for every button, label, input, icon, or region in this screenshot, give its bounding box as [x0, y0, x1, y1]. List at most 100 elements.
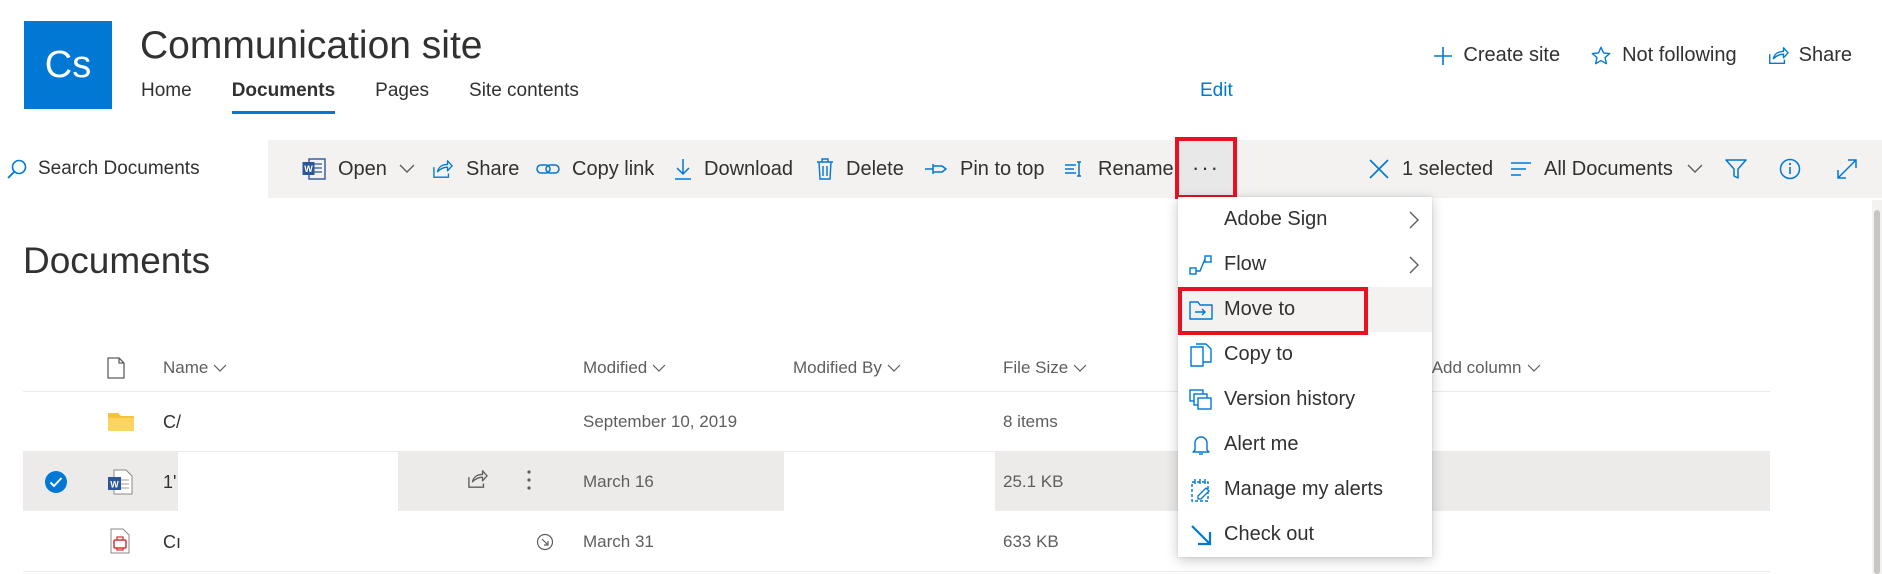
- column-modified-by-label: Modified By: [793, 358, 882, 377]
- download-label: Download: [704, 157, 793, 180]
- pin-to-top-button[interactable]: Pin to top: [924, 140, 1045, 198]
- flow-icon: [1178, 254, 1224, 275]
- row-name[interactable]: 1': [163, 472, 176, 493]
- menu-item-label: Manage my alerts: [1224, 478, 1383, 500]
- chevron-down-icon: [652, 364, 666, 372]
- open-label: Open: [338, 157, 387, 180]
- nav-home[interactable]: Home: [141, 80, 192, 114]
- create-site-label: Create site: [1463, 44, 1561, 66]
- plus-icon: [1434, 46, 1453, 65]
- word-app-icon: W: [302, 158, 326, 180]
- word-file-icon: W: [107, 469, 133, 495]
- folder-icon: [107, 410, 135, 432]
- row-file-size: 633 KB: [1003, 532, 1059, 551]
- open-button[interactable]: W Open: [302, 140, 415, 198]
- rename-icon: [1065, 161, 1081, 177]
- search-icon: [7, 159, 27, 179]
- file-type-header[interactable]: [107, 357, 125, 379]
- nav-documents[interactable]: Documents: [231, 80, 336, 114]
- search-documents-input[interactable]: Search Documents: [0, 140, 268, 198]
- table-row[interactable]: [23, 512, 1770, 571]
- row-name[interactable]: C/: [163, 412, 181, 433]
- header-actions: Create site Not following Share: [1403, 44, 1852, 67]
- svg-text:W: W: [304, 164, 313, 174]
- menu-item-adobe-sign[interactable]: Adobe Sign: [1178, 197, 1432, 242]
- view-label: All Documents: [1544, 157, 1673, 180]
- row-file-size: 25.1 KB: [1003, 472, 1064, 491]
- close-icon: [1369, 159, 1389, 179]
- site-logo[interactable]: Cs: [24, 21, 112, 109]
- menu-item-label: Copy to: [1224, 343, 1293, 365]
- column-file-size-label: File Size: [1003, 358, 1069, 377]
- row-more-button[interactable]: [526, 469, 532, 491]
- row-name[interactable]: Cı: [163, 532, 181, 553]
- chevron-down-icon: [1527, 364, 1540, 372]
- copy-link-button[interactable]: Copy link: [536, 140, 654, 198]
- chevron-right-icon: [1396, 211, 1432, 229]
- rename-label: Rename: [1098, 157, 1174, 180]
- menu-item-alert-me[interactable]: Alert me: [1178, 422, 1432, 467]
- site-share-button[interactable]: Share: [1767, 44, 1852, 67]
- view-selector[interactable]: All Documents: [1510, 140, 1703, 198]
- share-label: Share: [466, 157, 520, 180]
- rename-button[interactable]: Rename: [1064, 140, 1174, 198]
- scrollbar-thumb[interactable]: [1874, 210, 1880, 574]
- column-file-size[interactable]: File Size: [1003, 358, 1087, 378]
- expand-icon: [1837, 159, 1857, 179]
- manage-alerts-icon: [1178, 478, 1224, 502]
- svg-text:W: W: [110, 480, 119, 490]
- pin-to-top-label: Pin to top: [960, 157, 1045, 180]
- menu-item-check-out[interactable]: Check out: [1178, 512, 1432, 557]
- pdf-file-icon: [108, 528, 132, 554]
- row-share-button[interactable]: [467, 469, 489, 489]
- menu-item-flow[interactable]: Flow: [1178, 242, 1432, 287]
- chevron-down-icon: [213, 364, 227, 372]
- expand-button[interactable]: [1836, 140, 1870, 198]
- clear-selection-button[interactable]: 1 selected: [1368, 140, 1493, 198]
- info-icon: [1779, 158, 1801, 180]
- row-cell-gap: [784, 452, 995, 512]
- edit-nav-link[interactable]: Edit: [1200, 80, 1233, 102]
- follow-button[interactable]: Not following: [1590, 44, 1737, 67]
- chevron-down-icon: [887, 364, 901, 372]
- info-button[interactable]: [1779, 140, 1813, 198]
- library-heading: Documents: [23, 240, 211, 281]
- link-icon: [536, 164, 560, 174]
- site-title[interactable]: Communication site: [140, 24, 482, 68]
- checkmark-icon: [45, 471, 67, 493]
- table-row[interactable]: [23, 392, 1770, 451]
- download-button[interactable]: Download: [674, 140, 793, 198]
- menu-item-version-history[interactable]: Version history: [1178, 377, 1432, 422]
- more-actions-button[interactable]: ···: [1175, 137, 1237, 199]
- nav-pages[interactable]: Pages: [375, 80, 429, 114]
- menu-item-label: Flow: [1224, 253, 1267, 275]
- share-icon: [433, 160, 453, 178]
- menu-item-copy-to[interactable]: Copy to: [1178, 332, 1432, 377]
- column-name[interactable]: Name: [163, 358, 227, 378]
- checked-out-icon: [536, 533, 554, 551]
- selected-count-label: 1 selected: [1402, 157, 1494, 180]
- column-modified-by[interactable]: Modified By: [793, 358, 901, 378]
- column-modified[interactable]: Modified: [583, 358, 666, 378]
- share-icon: [468, 470, 488, 488]
- add-column-button[interactable]: + Add column: [1418, 358, 1541, 378]
- chevron-down-icon: [1073, 364, 1087, 372]
- trash-icon: [817, 158, 833, 180]
- create-site-button[interactable]: Create site: [1433, 44, 1560, 67]
- filter-icon: [1725, 159, 1747, 179]
- share-icon: [1768, 46, 1789, 64]
- menu-item-label: Version history: [1224, 388, 1356, 410]
- row-modified: March 31: [583, 532, 654, 551]
- nav-site-contents[interactable]: Site contents: [469, 80, 579, 114]
- share-button[interactable]: Share: [432, 140, 519, 198]
- pin-icon: [925, 164, 947, 174]
- star-icon: [1591, 46, 1611, 64]
- delete-button[interactable]: Delete: [816, 140, 904, 198]
- version-history-icon: [1178, 388, 1224, 411]
- more-actions-menu: Adobe Sign Flow Move to Copy to Version …: [1178, 197, 1432, 557]
- list-view-icon: [1511, 162, 1531, 176]
- document-icon: [107, 357, 125, 379]
- filter-button[interactable]: [1725, 140, 1759, 198]
- menu-item-manage-alerts[interactable]: Manage my alerts: [1178, 467, 1432, 512]
- row-checkbox[interactable]: [44, 470, 68, 494]
